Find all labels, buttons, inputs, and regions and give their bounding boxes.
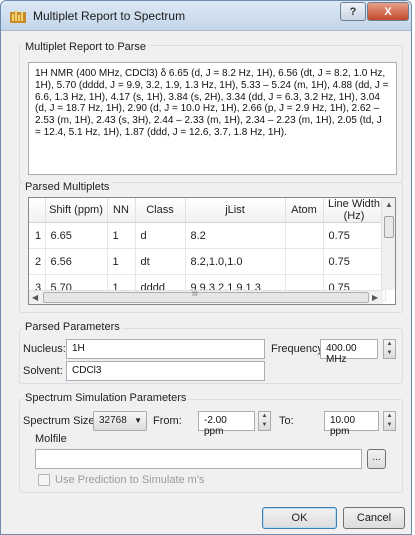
frequency-field[interactable]: 400.00 MHz <box>320 339 378 365</box>
spectrum-size-value: 32768 <box>99 415 127 426</box>
frequency-label: Frequency: <box>271 343 327 355</box>
cell-shift[interactable]: 6.65 <box>45 222 108 249</box>
molfile-field[interactable] <box>35 449 362 469</box>
solvent-label: Solvent: <box>23 365 63 377</box>
table-row[interactable]: 1 6.65 1 d 8.2 0.75 <box>29 222 386 249</box>
to-field[interactable]: 10.00 ppm <box>324 411 379 437</box>
horizontal-scrollbar[interactable]: ◀ III ▶ <box>29 290 383 304</box>
column-header-shift[interactable]: Shift (ppm) <box>45 198 108 223</box>
from-label: From: <box>153 415 182 427</box>
help-button[interactable]: ? <box>340 2 366 21</box>
cell-line-width[interactable]: 0.75 <box>323 248 386 275</box>
cell-nn[interactable]: 1 <box>107 222 136 249</box>
to-spinner[interactable]: ▲ ▼ <box>383 411 396 431</box>
spectrum-size-label: Spectrum Size: <box>23 415 98 427</box>
nucleus-label: Nucleus: <box>23 343 66 355</box>
spectrum-size-select[interactable]: 32768 ▼ <box>93 411 147 431</box>
multiplets-table-container: Shift (ppm) NN Class jList Atom Line Wid… <box>28 197 396 305</box>
molfile-label: Molfile <box>35 433 67 445</box>
app-icon <box>10 10 26 23</box>
from-spinner[interactable]: ▲ ▼ <box>258 411 271 431</box>
use-prediction-label: Use Prediction to Simulate m's <box>55 474 205 486</box>
spin-up-icon[interactable]: ▲ <box>384 340 395 349</box>
column-header-atom[interactable]: Atom <box>285 198 324 223</box>
scroll-left-icon[interactable]: ◀ <box>32 293 38 302</box>
cell-jlist[interactable]: 8.2 <box>185 222 286 249</box>
cell-class[interactable]: dt <box>135 248 186 275</box>
parameters-group-title: Parsed Parameters <box>23 321 122 333</box>
simulation-group-title: Spectrum Simulation Parameters <box>23 392 189 404</box>
multiplets-table: Shift (ppm) NN Class jList Atom Line Wid… <box>29 198 386 301</box>
multiplet-report-textarea[interactable]: 1H NMR (400 MHz, CDCl3) δ 6.65 (d, J = 8… <box>28 62 397 175</box>
report-group-title: Multiplet Report to Parse <box>23 41 149 53</box>
close-button[interactable]: X <box>367 2 409 21</box>
horizontal-scroll-thumb[interactable]: III <box>43 291 369 303</box>
column-header-rownum[interactable] <box>29 198 46 223</box>
spin-up-icon[interactable]: ▲ <box>259 412 270 421</box>
ok-button[interactable]: OK <box>262 507 337 529</box>
column-header-class[interactable]: Class <box>135 198 186 223</box>
frequency-spinner[interactable]: ▲ ▼ <box>383 339 396 359</box>
vertical-scrollbar[interactable]: ▲ <box>381 198 395 290</box>
spin-up-icon[interactable]: ▲ <box>384 412 395 421</box>
use-prediction-checkbox[interactable] <box>38 474 50 486</box>
scroll-up-icon[interactable]: ▲ <box>385 200 393 209</box>
column-header-nn[interactable]: NN <box>107 198 136 223</box>
cell-atom[interactable] <box>285 248 324 275</box>
cell-shift[interactable]: 6.56 <box>45 248 108 275</box>
dialog-window: Multiplet Report to Spectrum ? X Multipl… <box>0 0 412 535</box>
nucleus-field[interactable]: 1H <box>66 339 265 359</box>
cell-class[interactable]: d <box>135 222 186 249</box>
cell-line-width[interactable]: 0.75 <box>323 222 386 249</box>
spin-down-icon[interactable]: ▼ <box>384 421 395 430</box>
chevron-down-icon: ▼ <box>134 416 142 425</box>
scroll-grip-icon: III <box>192 291 198 298</box>
cell-jlist[interactable]: 8.2,1.0,1.0 <box>185 248 286 275</box>
scroll-right-icon[interactable]: ▶ <box>372 293 378 302</box>
to-label: To: <box>279 415 294 427</box>
vertical-scroll-thumb[interactable] <box>384 216 394 238</box>
row-number: 1 <box>29 222 46 249</box>
cell-nn[interactable]: 1 <box>107 248 136 275</box>
from-field[interactable]: -2.00 ppm <box>198 411 255 437</box>
table-row[interactable]: 2 6.56 1 dt 8.2,1.0,1.0 0.75 <box>29 248 386 275</box>
cell-atom[interactable] <box>285 222 324 249</box>
title-bar[interactable]: Multiplet Report to Spectrum ? X <box>1 1 411 31</box>
cancel-button[interactable]: Cancel <box>343 507 405 529</box>
solvent-field[interactable]: CDCl3 <box>66 361 265 381</box>
column-header-jlist[interactable]: jList <box>185 198 286 223</box>
column-header-line-width[interactable]: Line Width (Hz) <box>323 198 386 223</box>
spin-down-icon[interactable]: ▼ <box>259 421 270 430</box>
spin-down-icon[interactable]: ▼ <box>384 349 395 358</box>
multiplets-group-title: Parsed Multiplets <box>23 181 112 193</box>
row-number: 2 <box>29 248 46 275</box>
browse-molfile-button[interactable]: ... <box>367 449 386 469</box>
window-title: Multiplet Report to Spectrum <box>33 9 186 23</box>
